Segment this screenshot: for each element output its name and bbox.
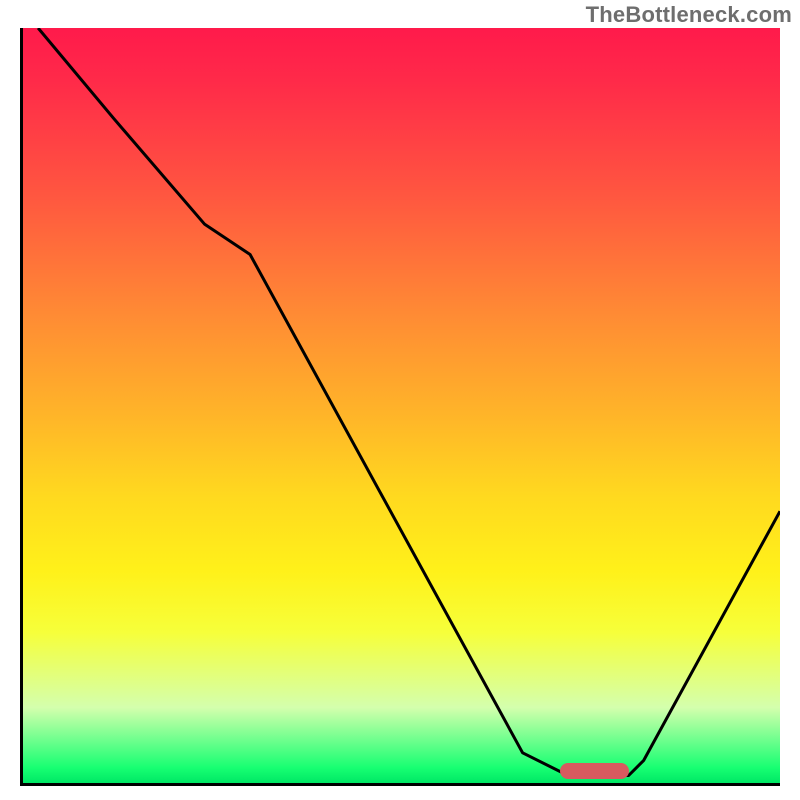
curve-svg: [23, 28, 780, 783]
chart-stage: TheBottleneck.com: [0, 0, 800, 800]
optimum-marker: [560, 763, 628, 779]
watermark-text: TheBottleneck.com: [586, 2, 792, 28]
bottleneck-curve-path: [38, 28, 780, 776]
plot-area: [20, 28, 780, 786]
